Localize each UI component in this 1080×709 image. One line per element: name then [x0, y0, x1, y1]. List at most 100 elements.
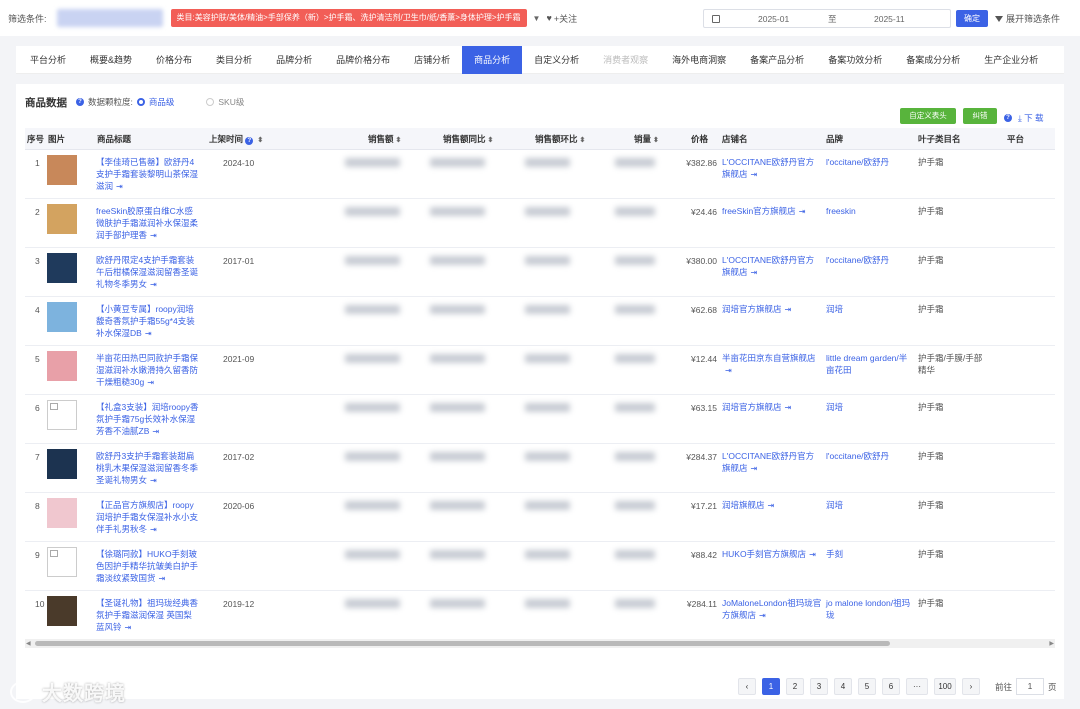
product-image[interactable]	[47, 498, 77, 528]
shop-link[interactable]: L'OCCITANE欧舒丹官方旗舰店 ⇥	[722, 156, 822, 181]
open-link-icon[interactable]: ⇥	[150, 280, 157, 289]
open-link-icon[interactable]: ⇥	[147, 378, 154, 387]
page-5[interactable]: 5	[858, 678, 876, 695]
page-···[interactable]: ···	[906, 678, 928, 695]
custom-header-button[interactable]: 自定义表头	[900, 108, 956, 124]
product-title-link[interactable]: 【徐璐同款】HUKO手刻玻色因护手精华抗皱美白护手霜淡纹紧致国货 ⇥	[96, 548, 200, 585]
page-100[interactable]: 100	[934, 678, 956, 695]
product-image[interactable]	[47, 302, 77, 332]
shop-link[interactable]: JoMaloneLondon祖玛珑官方旗舰店 ⇥	[722, 597, 822, 622]
open-link-icon[interactable]: ⇥	[785, 305, 792, 314]
product-title-link[interactable]: 欧舒丹3支护手霜套装甜扁桃乳木果保湿滋润留香冬季圣诞礼物男女 ⇥	[96, 450, 200, 487]
product-image[interactable]	[47, 204, 77, 234]
next-page-button[interactable]: ›	[962, 678, 980, 695]
shop-link[interactable]: L'OCCITANE欧舒丹官方旗舰店 ⇥	[722, 254, 822, 279]
redacted-selector[interactable]	[56, 9, 163, 27]
tab-8[interactable]: 自定义分析	[522, 46, 591, 74]
product-image[interactable]	[47, 155, 77, 185]
open-link-icon[interactable]: ⇥	[116, 182, 123, 191]
tab-4[interactable]: 品牌分析	[264, 46, 324, 74]
col-mom[interactable]: 销售额环比 ⬍	[535, 128, 585, 150]
confirm-button[interactable]: 确定	[956, 10, 988, 27]
sort-icon[interactable]: ⬍	[488, 137, 494, 144]
product-title-link[interactable]: 【小黄豆专属】roopy润培馥奇香氛护手霜55g*4支装补水保湿DB ⇥	[96, 303, 200, 340]
brand-link[interactable]: jo malone london/祖玛珑	[826, 597, 914, 621]
scroll-right-icon[interactable]: ▶	[1049, 640, 1054, 647]
open-link-icon[interactable]: ⇥	[785, 403, 792, 412]
brand-link[interactable]: 润培	[826, 401, 914, 413]
table-row[interactable]: 2 freeSkin胶原蛋白维C水感微肤护手霜滋润补水保湿柔润手部护理香 ⇥ ¥24.…	[25, 199, 1055, 248]
brand-link[interactable]: 手刻	[826, 548, 914, 560]
table-row[interactable]: 8 【正品官方旗舰店】roopy润培护手霜女保湿补水小支伴手礼男秋冬 ⇥ 2020-0…	[25, 493, 1055, 542]
table-row[interactable]: 5 半亩花田热巴同款护手霜保湿滋润补水嫩滑持久留香防干燥粗糙30g ⇥ 2021-09…	[25, 346, 1055, 395]
open-link-icon[interactable]: ⇥	[768, 501, 775, 510]
help-icon[interactable]: ?	[1004, 114, 1012, 122]
brand-link[interactable]: l'occitane/欧舒丹	[826, 254, 914, 266]
page-3[interactable]: 3	[810, 678, 828, 695]
help-icon[interactable]: ?	[76, 98, 84, 106]
product-image[interactable]	[47, 253, 77, 283]
shop-link[interactable]: freeSkin官方旗舰店 ⇥	[722, 205, 822, 218]
date-end[interactable]: 2025-11	[874, 14, 905, 24]
page-4[interactable]: 4	[834, 678, 852, 695]
expand-filter-button[interactable]: 展开筛选条件	[995, 12, 1060, 25]
table-row[interactable]: 3 欧舒丹限定4支护手霜套装午后柑橘保湿滋润留香圣诞礼物冬季男女 ⇥ 2017-01 ¥…	[25, 248, 1055, 297]
product-image[interactable]	[47, 547, 77, 577]
sort-icon[interactable]: ⬍	[396, 137, 402, 144]
product-image[interactable]	[47, 449, 77, 479]
tab-7[interactable]: 商品分析	[462, 45, 523, 74]
table-row[interactable]: 1 【李佳琦已售罄】欧舒丹4支护手霜套装黎明山茶保湿滋润 ⇥ 2024-10 ¥382.…	[25, 150, 1055, 199]
brand-link[interactable]: 润培	[826, 499, 914, 511]
col-qty[interactable]: 销量 ⬍	[634, 128, 659, 150]
product-title-link[interactable]: 【正品官方旗舰店】roopy润培护手霜女保湿补水小支伴手礼男秋冬 ⇥	[96, 499, 200, 536]
page-2[interactable]: 2	[786, 678, 804, 695]
open-link-icon[interactable]: ⇥	[150, 476, 157, 485]
open-link-icon[interactable]: ⇥	[799, 207, 806, 216]
product-title-link[interactable]: 【圣诞礼物】祖玛珑经典香氛护手霜滋润保湿 英国梨 蓝风铃 ⇥	[96, 597, 200, 634]
table-row[interactable]: 4 【小黄豆专属】roopy润培馥奇香氛护手霜55g*4支装补水保湿DB ⇥ ¥62.…	[25, 297, 1055, 346]
open-link-icon[interactable]: ⇥	[159, 574, 166, 583]
sort-icon[interactable]: ⬍	[653, 137, 659, 144]
shop-link[interactable]: 润培官方旗舰店 ⇥	[722, 303, 822, 316]
brand-link[interactable]: l'occitane/欧舒丹	[826, 450, 914, 462]
product-image[interactable]	[47, 400, 77, 430]
open-link-icon[interactable]: ⇥	[751, 170, 758, 179]
table-row[interactable]: 7 欧舒丹3支护手霜套装甜扁桃乳木果保湿滋润留香冬季圣诞礼物男女 ⇥ 2017-02 ¥…	[25, 444, 1055, 493]
open-link-icon[interactable]: ⇥	[809, 550, 816, 559]
tab-13[interactable]: 备案成分分析	[894, 46, 972, 74]
correct-button[interactable]: 纠错	[963, 108, 997, 124]
product-title-link[interactable]: 【礼盒3支装】润培roopy香氛护手霜75g长效补水保湿芳香不油腻ZB ⇥	[96, 401, 200, 438]
tab-9[interactable]: 消费者观察	[591, 46, 660, 74]
brand-link[interactable]: freeskin	[826, 205, 914, 217]
product-image[interactable]	[47, 596, 77, 626]
col-sales[interactable]: 销售额 ⬍	[368, 128, 401, 150]
product-title-link[interactable]: 半亩花田热巴同款护手霜保湿滋润补水嫩滑持久留香防干燥粗糙30g ⇥	[96, 352, 200, 389]
radio-product[interactable]	[136, 98, 145, 106]
table-row[interactable]: 9 【徐璐同款】HUKO手刻玻色因护手精华抗皱美白护手霜淡纹紧致国货 ⇥ ¥88.42…	[25, 542, 1055, 591]
table-row[interactable]: 10 【圣诞礼物】祖玛珑经典香氛护手霜滋润保湿 英国梨 蓝风铃 ⇥ 2019-12 ¥2…	[25, 591, 1055, 640]
scrollbar-thumb[interactable]	[35, 641, 890, 646]
product-image[interactable]	[47, 351, 77, 381]
open-link-icon[interactable]: ⇥	[751, 268, 758, 277]
table-row[interactable]: 6 【礼盒3支装】润培roopy香氛护手霜75g长效补水保湿芳香不油腻ZB ⇥ ¥63…	[25, 395, 1055, 444]
tab-14[interactable]: 生产企业分析	[972, 46, 1050, 74]
open-link-icon[interactable]: ⇥	[145, 329, 152, 338]
open-link-icon[interactable]: ⇥	[152, 427, 159, 436]
open-link-icon[interactable]: ⇥	[150, 525, 157, 534]
help-icon[interactable]: ?	[245, 137, 254, 145]
col-date[interactable]: 上架时间 ? ⬍	[209, 128, 263, 150]
option-product[interactable]: 商品级	[149, 96, 175, 108]
brand-link[interactable]: 润培	[826, 303, 914, 315]
tab-3[interactable]: 类目分析	[204, 46, 264, 74]
shop-link[interactable]: 半亩花田京东自营旗舰店 ⇥	[722, 352, 822, 377]
product-title-link[interactable]: freeSkin胶原蛋白维C水感微肤护手霜滋润补水保湿柔润手部护理香 ⇥	[96, 205, 200, 242]
page-1[interactable]: 1	[762, 678, 780, 695]
shop-link[interactable]: HUKO手刻官方旗舰店 ⇥	[722, 548, 822, 561]
open-link-icon[interactable]: ⇥	[725, 366, 732, 375]
shop-link[interactable]: L'OCCITANE欧舒丹官方旗舰店 ⇥	[722, 450, 822, 475]
tab-2[interactable]: 价格分布	[144, 46, 204, 74]
tab-0[interactable]: 平台分析	[18, 46, 78, 74]
col-yoy[interactable]: 销售额同比 ⬍	[443, 128, 493, 150]
date-start[interactable]: 2025-01	[758, 14, 789, 24]
scroll-left-icon[interactable]: ◀	[26, 640, 31, 647]
